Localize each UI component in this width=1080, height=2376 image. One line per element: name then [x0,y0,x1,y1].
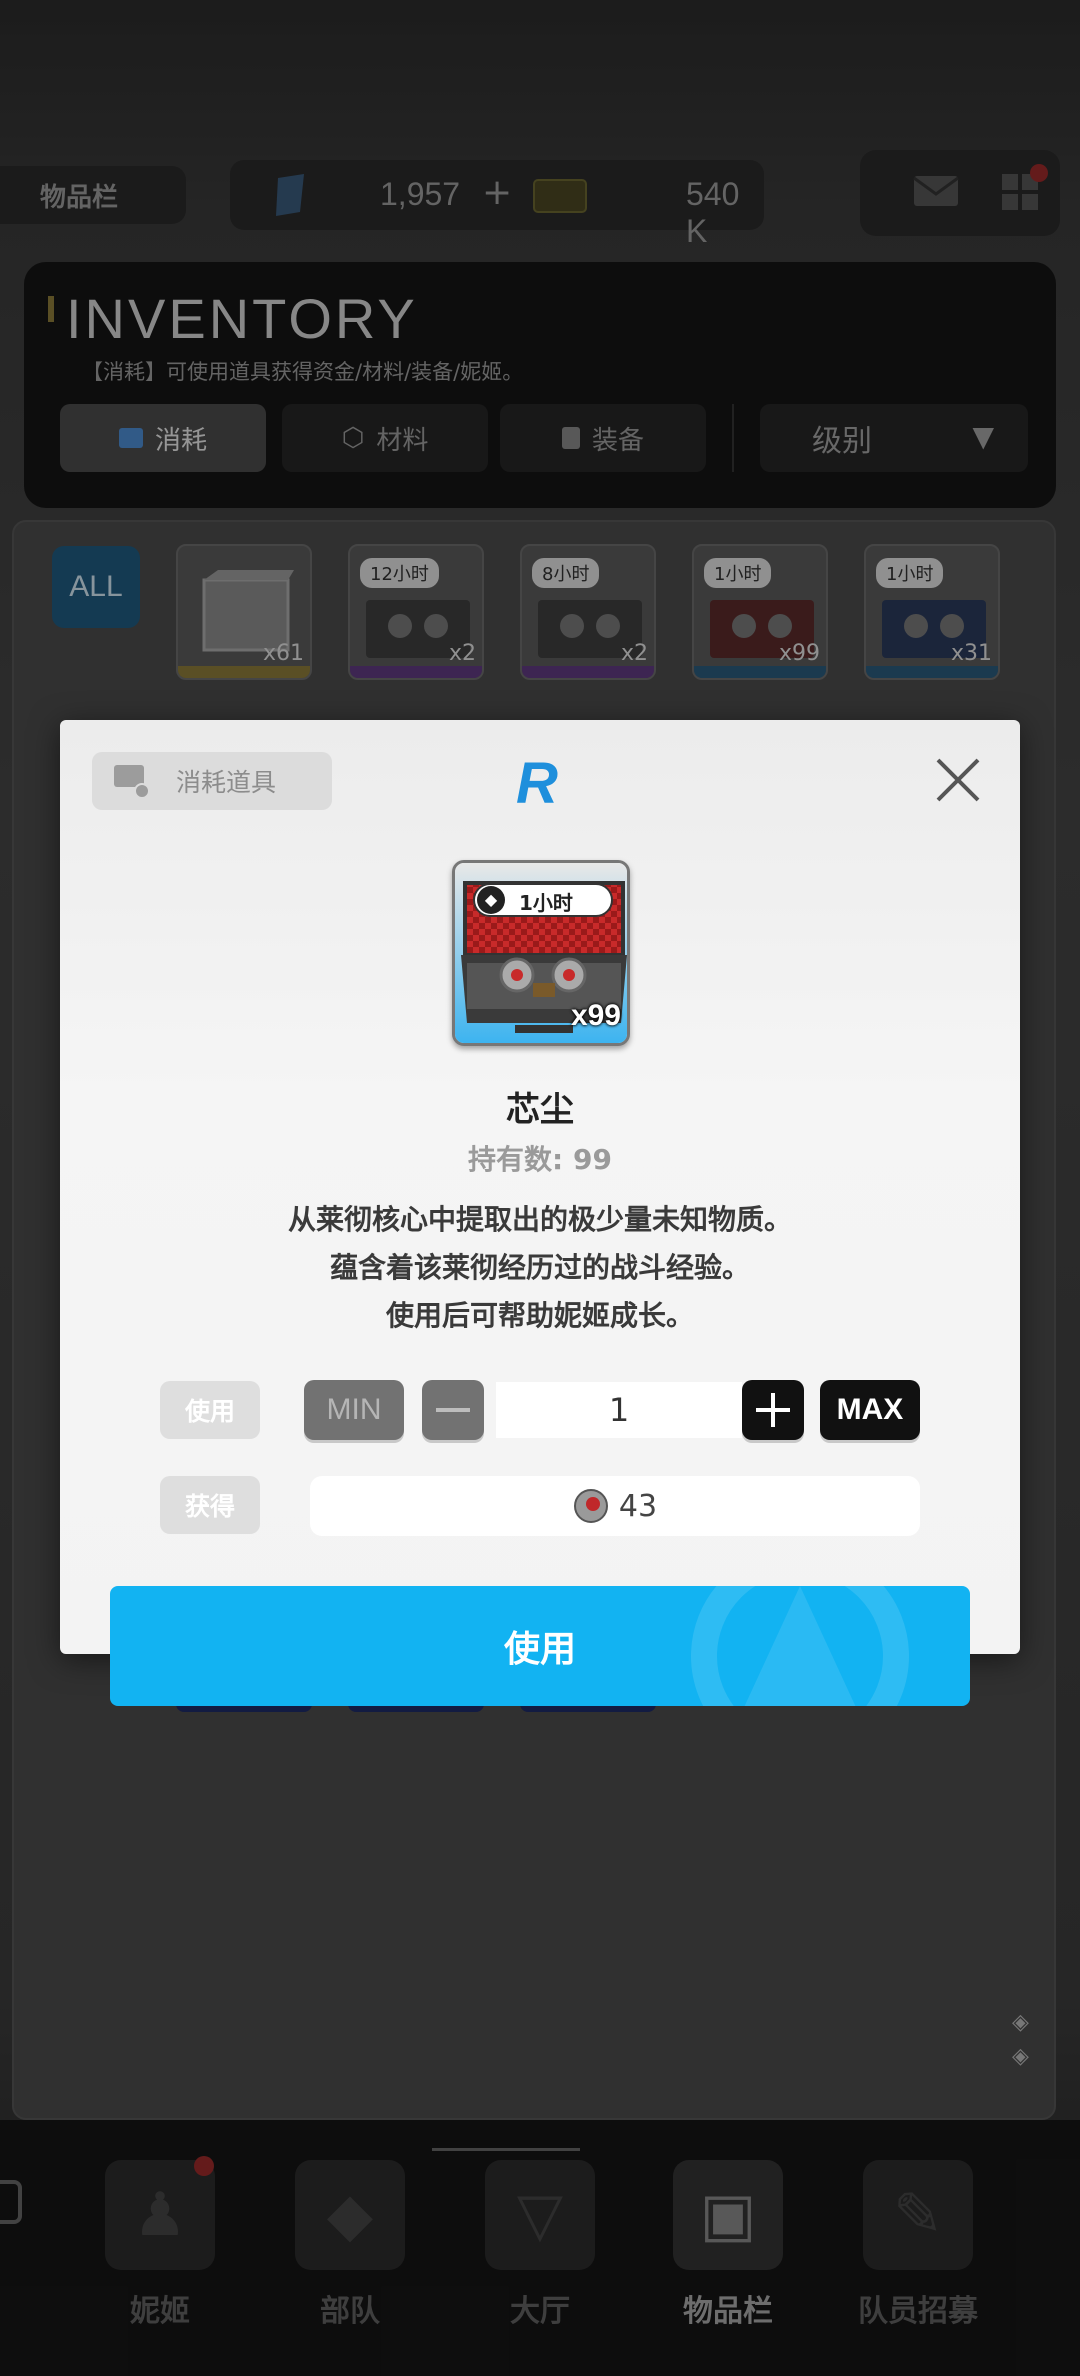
item-quantity: x99 [570,999,621,1032]
watermark-icon [691,1586,909,1706]
item-name: 芯尘 [506,1090,574,1130]
description-line-1: 从莱彻核心中提取出的极少量未知物质。 [287,1203,792,1236]
item-image: ◆ 1小时 x99 [452,860,630,1046]
quantity-input[interactable]: 1 [496,1382,742,1438]
close-icon[interactable] [932,754,984,806]
max-button[interactable]: MAX [820,1380,920,1440]
scroll-marker-icon: ◈ [1012,2010,1029,2035]
reward-amount: 43 [618,1488,658,1524]
core-dust-icon [573,1489,608,1523]
min-button[interactable]: MIN [304,1380,404,1440]
time-badge: ◆ 1小时 [473,883,613,917]
description-line-2: 蕴含着该莱彻经历过的战斗经验。 [329,1251,750,1284]
use-label: 使用 [160,1381,260,1439]
consumable-icon [114,765,150,799]
minus-icon [436,1408,470,1412]
get-label: 获得 [160,1476,260,1534]
cube-icon: ◆ [477,886,505,914]
use-confirm-button[interactable]: 使用 [110,1586,970,1706]
decrement-button[interactable] [422,1380,484,1440]
owned-count: 持有数: 99 [468,1143,612,1176]
category-label: 消耗道具 [176,768,277,797]
plus-icon [756,1393,790,1427]
use-confirm-label: 使用 [503,1629,576,1670]
category-tag: 消耗道具 [92,752,332,810]
reward-field: 43 [310,1476,920,1536]
rarity-badge: R [516,751,558,816]
increment-button[interactable] [742,1380,804,1440]
description-line-3: 使用后可帮助妮姬成长。 [385,1299,694,1332]
scroll-marker-icon: ◈ [1012,2044,1029,2069]
